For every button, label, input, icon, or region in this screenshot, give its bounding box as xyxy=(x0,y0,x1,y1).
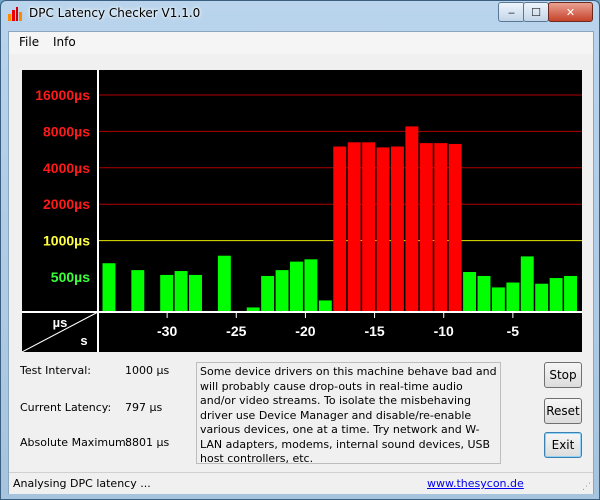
website-link[interactable]: www.thesycon.de xyxy=(427,477,524,490)
minimize-button[interactable]: ‒ xyxy=(498,2,525,22)
latency-bar xyxy=(160,274,174,311)
y-tick-label: 500µs xyxy=(51,269,90,285)
info-message: Some device drivers on this machine beha… xyxy=(196,362,501,465)
latency-bar xyxy=(405,126,419,311)
latency-bar xyxy=(535,283,549,311)
x-tick-label: -25 xyxy=(226,323,246,339)
menu-bar: File Info xyxy=(9,32,593,54)
exit-button[interactable]: Exit xyxy=(544,432,582,458)
current-latency-value: 797 µs xyxy=(125,401,163,414)
latency-bar xyxy=(419,143,433,311)
y-tick-label: 4000µs xyxy=(43,160,90,176)
menu-file[interactable]: File xyxy=(19,35,39,49)
resize-grip-icon[interactable]: ⋰ xyxy=(582,482,591,492)
latency-bar xyxy=(477,275,491,311)
latency-bar xyxy=(131,270,145,311)
status-bar: Analysing DPC latency ... www.thesycon.d… xyxy=(9,472,593,494)
latency-bar xyxy=(564,275,577,311)
y-tick-label: 1000µs xyxy=(43,233,90,249)
reset-button[interactable]: Reset xyxy=(544,398,582,424)
app-window: DPC Latency Checker V1.1.0 ‒ ☐ ✕ File In… xyxy=(0,0,600,500)
absolute-maximum-value: 8801 µs xyxy=(125,436,170,449)
latency-bar xyxy=(376,147,390,311)
latency-bar xyxy=(463,271,477,311)
latency-bar xyxy=(290,261,303,311)
latency-bar xyxy=(174,271,188,311)
latency-bar xyxy=(390,146,404,311)
x-tick-label: -15 xyxy=(364,323,384,339)
latency-bar xyxy=(102,263,116,311)
close-button[interactable]: ✕ xyxy=(548,2,593,22)
latency-bar xyxy=(189,274,202,311)
x-tick-label: -5 xyxy=(507,323,520,339)
x-tick-label: -10 xyxy=(434,323,454,339)
x-unit-label: s xyxy=(80,333,87,348)
y-tick-label: 8000µs xyxy=(43,123,90,139)
test-interval-value: 1000 µs xyxy=(125,364,170,377)
maximize-button[interactable]: ☐ xyxy=(523,2,549,22)
latency-bar xyxy=(347,142,361,311)
x-tick-label: -30 xyxy=(157,323,177,339)
latency-chart: 16000µs 8000µs 4000µs 2000µs 1000µs 500µs µss -… xyxy=(22,70,582,352)
latency-bar xyxy=(217,255,231,311)
latency-bar xyxy=(261,275,275,311)
latency-bar xyxy=(304,259,318,311)
latency-bar xyxy=(333,146,347,311)
latency-bar xyxy=(275,270,289,311)
maximize-icon: ☐ xyxy=(531,5,541,19)
y-tick-label: 16000µs xyxy=(35,87,90,103)
app-bars-icon xyxy=(8,7,22,21)
current-latency-label: Current Latency: xyxy=(20,401,112,414)
client-area: File Info 16000µs 8000µs 4000µs 2000µs 1000µ… xyxy=(8,31,594,494)
menu-info[interactable]: Info xyxy=(53,35,76,49)
minimize-icon: ‒ xyxy=(508,5,515,19)
latency-bar xyxy=(506,282,520,311)
y-tick-label: 2000µs xyxy=(43,196,90,212)
absolute-maximum-label: Absolute Maximum: xyxy=(20,436,130,449)
title-bar[interactable]: DPC Latency Checker V1.1.0 ‒ ☐ ✕ xyxy=(1,1,599,27)
test-interval-label: Test Interval: xyxy=(20,364,91,377)
window-title: DPC Latency Checker V1.1.0 xyxy=(29,6,201,20)
latency-bar xyxy=(520,256,534,311)
latency-bar xyxy=(362,142,376,311)
latency-bar xyxy=(549,278,563,311)
stop-button[interactable]: Stop xyxy=(544,362,582,388)
status-text: Analysing DPC latency ... xyxy=(13,477,151,490)
y-unit-label: µs xyxy=(53,315,68,330)
latency-bar xyxy=(448,143,462,311)
latency-bar xyxy=(246,307,260,311)
latency-bar xyxy=(491,287,505,311)
close-icon: ✕ xyxy=(565,5,576,19)
latency-bar xyxy=(318,300,332,311)
x-tick-label: -20 xyxy=(295,323,315,339)
latency-bar xyxy=(434,143,448,311)
